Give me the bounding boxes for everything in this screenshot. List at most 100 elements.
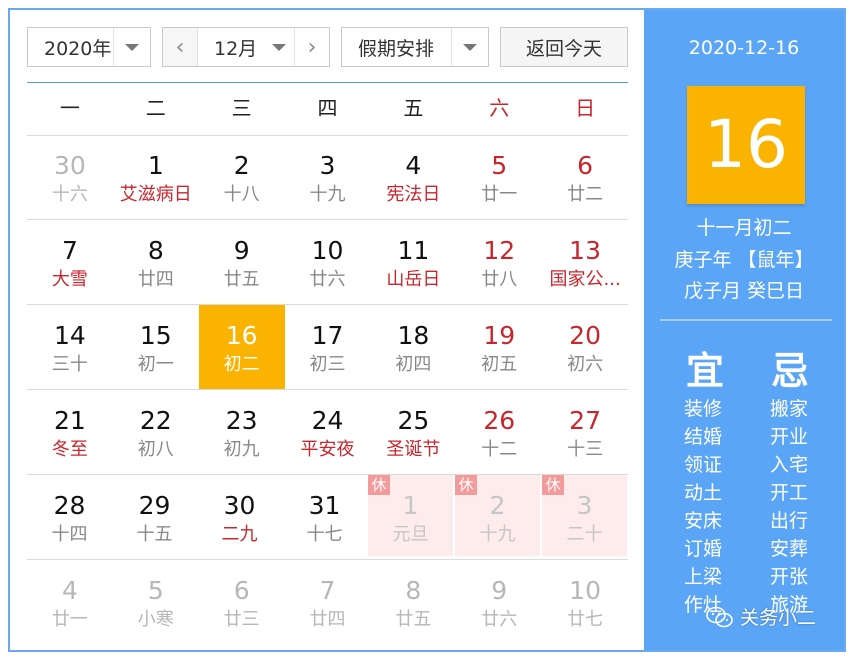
day-cell[interactable]: 1艾滋病日 bbox=[113, 135, 199, 219]
month-dropdown-arrow[interactable] bbox=[264, 28, 294, 66]
week-row: 4廿一5小寒6廿三7廿四8廿五9廿六10廿七 bbox=[27, 560, 628, 645]
day-cell[interactable]: 4廿一 bbox=[27, 560, 113, 645]
yi-item: 领证 bbox=[684, 451, 722, 479]
day-cell[interactable]: 19初五 bbox=[456, 305, 542, 389]
day-cell[interactable]: 22初八 bbox=[113, 390, 199, 474]
day-cell[interactable]: 6廿三 bbox=[199, 560, 285, 645]
lunar-label: 初九 bbox=[199, 438, 285, 462]
day-number: 2 bbox=[199, 151, 285, 181]
day-cell[interactable]: 7廿四 bbox=[285, 560, 371, 645]
day-cell[interactable]: 13国家公... bbox=[542, 220, 628, 304]
day-cell[interactable]: 5廿一 bbox=[456, 135, 542, 219]
rest-day-badge: 休 bbox=[368, 475, 390, 495]
month-value[interactable]: 12月 bbox=[198, 34, 264, 61]
day-cell[interactable]: 10廿六 bbox=[285, 220, 371, 304]
day-cell[interactable]: 2十八 bbox=[199, 135, 285, 219]
day-number: 1 bbox=[113, 151, 199, 181]
wechat-icon bbox=[706, 606, 734, 628]
day-cell[interactable]: 4宪法日 bbox=[370, 135, 456, 219]
day-cell[interactable]: 8廿五 bbox=[370, 560, 456, 645]
day-cell[interactable]: 休1元旦 bbox=[368, 475, 453, 556]
ji-item: 搬家 bbox=[770, 395, 808, 423]
day-cell-selected[interactable]: 16初二 bbox=[199, 305, 285, 389]
weekday-label: 四 bbox=[285, 83, 371, 135]
day-cell[interactable]: 3十九 bbox=[285, 135, 371, 219]
lunar-label: 初三 bbox=[285, 353, 371, 377]
day-cell[interactable]: 5小寒 bbox=[113, 560, 199, 645]
day-cell[interactable]: 11山岳日 bbox=[370, 220, 456, 304]
lunar-label: 三十 bbox=[27, 353, 113, 377]
year-dropdown-arrow[interactable] bbox=[113, 28, 150, 66]
day-number: 5 bbox=[113, 576, 199, 606]
week-row: 7大雪8廿四9廿五10廿六11山岳日12廿八13国家公... bbox=[27, 220, 628, 305]
day-number: 10 bbox=[542, 576, 628, 606]
day-number: 16 bbox=[199, 321, 285, 351]
day-cell[interactable]: 14三十 bbox=[27, 305, 113, 389]
day-cell[interactable]: 8廿四 bbox=[113, 220, 199, 304]
lunar-label: 二十 bbox=[542, 523, 627, 547]
day-cell[interactable]: 27十三 bbox=[542, 390, 628, 474]
week-row: 28十四29十五30二九31十七休1元旦休2十九休3二十 bbox=[27, 475, 628, 560]
day-detail-panel: 2020-12-16 16 十一月初二 庚子年 【鼠年】 戊子月 癸巳日 宜 忌… bbox=[644, 10, 844, 650]
lunar-label: 十八 bbox=[199, 183, 285, 207]
holiday-value: 假期安排 bbox=[342, 34, 451, 61]
ji-item: 入宅 bbox=[770, 451, 808, 479]
day-number: 18 bbox=[370, 321, 456, 351]
day-cell[interactable]: 21冬至 bbox=[27, 390, 113, 474]
day-number: 29 bbox=[112, 491, 197, 521]
day-cell[interactable]: 23初九 bbox=[199, 390, 285, 474]
year-select[interactable]: 2020年 bbox=[27, 27, 151, 67]
prev-month-button[interactable]: ‹ bbox=[163, 28, 198, 66]
yi-item: 结婚 bbox=[684, 423, 722, 451]
yi-title: 宜 bbox=[686, 340, 724, 395]
lunar-month-day: 戊子月 癸巳日 bbox=[644, 276, 844, 303]
rest-day-badge: 休 bbox=[455, 475, 477, 495]
holiday-select[interactable]: 假期安排 bbox=[341, 27, 489, 67]
day-cell[interactable]: 31十七 bbox=[282, 475, 367, 559]
day-cell[interactable]: 18初四 bbox=[370, 305, 456, 389]
lunar-label: 廿二 bbox=[542, 183, 628, 207]
day-cell[interactable]: 30二九 bbox=[197, 475, 282, 559]
day-number: 11 bbox=[370, 236, 456, 266]
day-cell[interactable]: 12廿八 bbox=[456, 220, 542, 304]
ji-item: 开工 bbox=[770, 479, 808, 507]
day-cell[interactable]: 24平安夜 bbox=[285, 390, 371, 474]
day-cell[interactable]: 29十五 bbox=[112, 475, 197, 559]
day-cell[interactable]: 30十六 bbox=[27, 135, 113, 219]
day-cell[interactable]: 28十四 bbox=[27, 475, 112, 559]
day-cell[interactable]: 25圣诞节 bbox=[370, 390, 456, 474]
lunar-date: 十一月初二 bbox=[644, 213, 844, 240]
day-cell[interactable]: 9廿五 bbox=[199, 220, 285, 304]
day-cell[interactable]: 15初一 bbox=[113, 305, 199, 389]
day-cell[interactable]: 6廿二 bbox=[542, 135, 628, 219]
day-number: 2 bbox=[455, 491, 540, 521]
day-cell[interactable]: 26十二 bbox=[456, 390, 542, 474]
day-number: 8 bbox=[370, 576, 456, 606]
day-cell[interactable]: 20初六 bbox=[542, 305, 628, 389]
lunar-label: 艾滋病日 bbox=[113, 183, 199, 207]
day-number: 6 bbox=[199, 576, 285, 606]
ji-list: 搬家开业入宅开工出行安葬开张旅游 bbox=[770, 395, 808, 619]
day-cell[interactable]: 10廿七 bbox=[542, 560, 628, 645]
lunar-label: 小寒 bbox=[113, 608, 199, 632]
ji-item: 开业 bbox=[770, 423, 808, 451]
day-number: 19 bbox=[456, 321, 542, 351]
day-cell[interactable]: 17初三 bbox=[285, 305, 371, 389]
day-cell[interactable]: 休3二十 bbox=[542, 475, 627, 556]
week-row: 30十六1艾滋病日2十八3十九4宪法日5廿一6廿二 bbox=[27, 135, 628, 220]
day-number: 27 bbox=[542, 406, 628, 436]
calendar-grid: 30十六1艾滋病日2十八3十九4宪法日5廿一6廿二7大雪8廿四9廿五10廿六11… bbox=[27, 135, 628, 645]
back-to-today-button[interactable]: 返回今天 bbox=[500, 27, 628, 67]
day-number: 5 bbox=[456, 151, 542, 181]
day-cell[interactable]: 9廿六 bbox=[456, 560, 542, 645]
lunar-label: 元旦 bbox=[368, 523, 453, 547]
lunar-label: 廿一 bbox=[456, 183, 542, 207]
holiday-dropdown-arrow[interactable] bbox=[451, 28, 488, 66]
day-cell[interactable]: 7大雪 bbox=[27, 220, 113, 304]
next-month-button[interactable]: › bbox=[294, 28, 329, 66]
lunar-label: 廿四 bbox=[285, 608, 371, 632]
lunar-label: 廿五 bbox=[370, 608, 456, 632]
week-row: 14三十15初一16初二17初三18初四19初五20初六 bbox=[27, 305, 628, 390]
day-number: 3 bbox=[542, 491, 627, 521]
day-cell[interactable]: 休2十九 bbox=[455, 475, 540, 556]
